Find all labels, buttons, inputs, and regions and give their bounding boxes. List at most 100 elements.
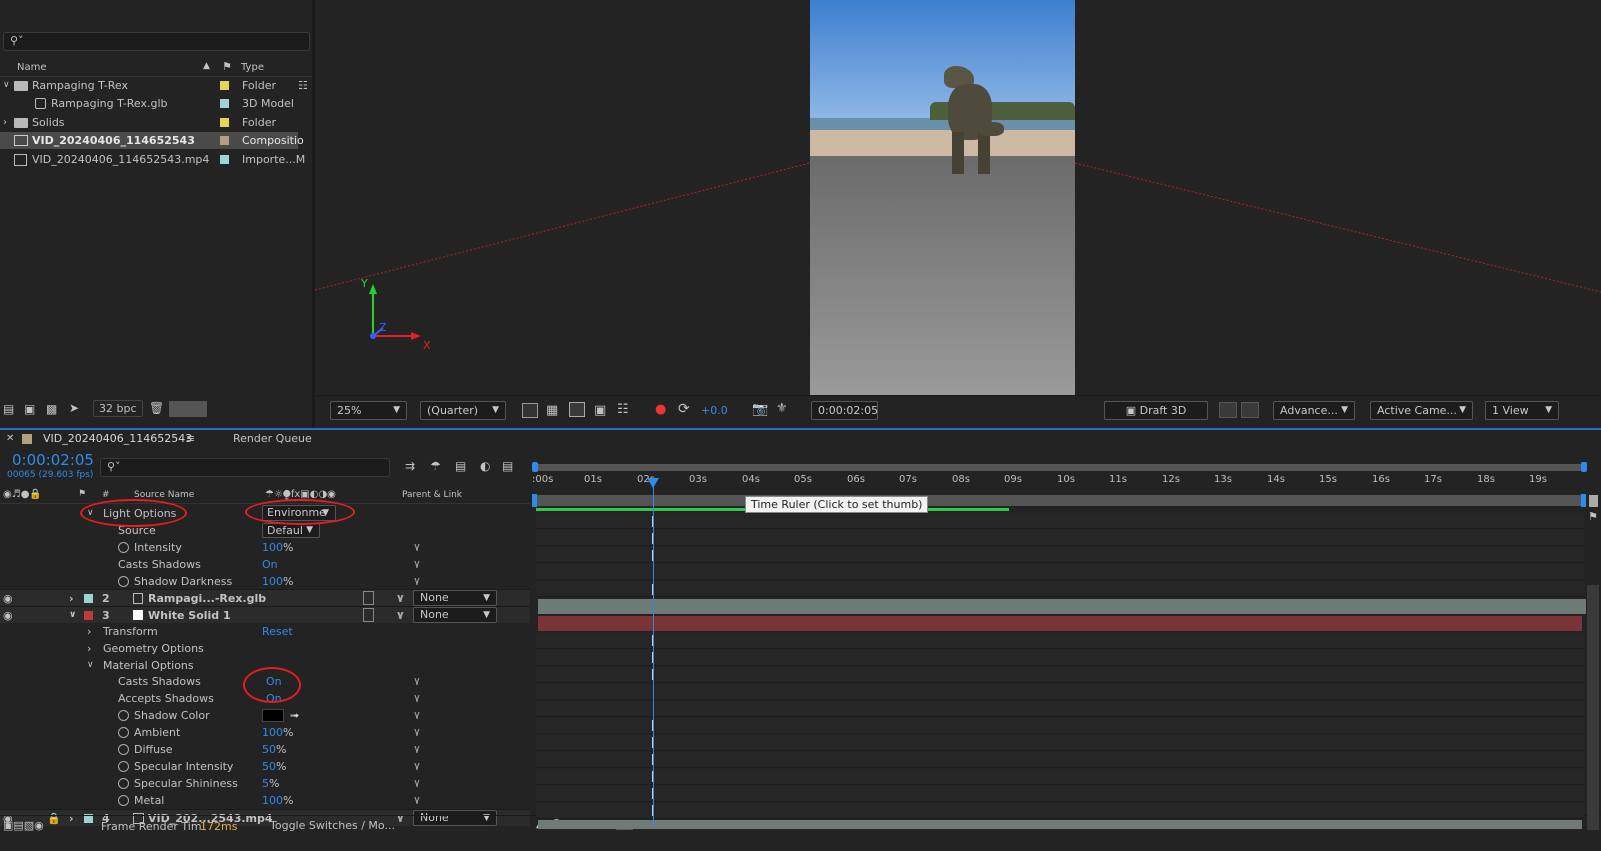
grid-guides-icon[interactable]: ☷ bbox=[617, 402, 629, 417]
property-value[interactable]: 50% bbox=[262, 758, 286, 775]
layer-name[interactable]: Rampagi...-Rex.glb bbox=[148, 590, 266, 607]
motion-blur-icon[interactable]: ◐ bbox=[480, 459, 490, 473]
timeline-search-input[interactable]: ⚲˅ bbox=[100, 458, 390, 477]
graph-editor-icon[interactable]: ▤ bbox=[502, 459, 513, 473]
property-row[interactable]: Metal 100% ٧ bbox=[0, 792, 530, 809]
stopwatch-icon[interactable] bbox=[118, 744, 129, 755]
stopwatch-icon[interactable] bbox=[118, 761, 129, 772]
reset-link[interactable]: Reset bbox=[262, 623, 293, 640]
expression-pickwhip-icon[interactable]: ٧ bbox=[414, 556, 420, 573]
property-row[interactable]: Shadow Color ➟ ٧ bbox=[0, 707, 530, 724]
property-row[interactable]: Shadow Darkness 100% ٧ bbox=[0, 573, 530, 590]
chevron-right-icon[interactable]: › bbox=[87, 640, 91, 657]
zoom-dropdown[interactable]: 25% ▼ bbox=[330, 401, 407, 420]
property-row[interactable]: Specular Shininess 5% ٧ bbox=[0, 775, 530, 792]
mask-visibility-icon[interactable] bbox=[569, 402, 585, 417]
light-source-dropdown[interactable]: Defaul ▼ bbox=[262, 523, 320, 538]
expression-pickwhip-icon[interactable]: ٧ bbox=[414, 539, 420, 556]
light-source-row[interactable]: Source Defaul ▼ bbox=[0, 522, 530, 539]
close-tab-icon[interactable]: ✕ bbox=[6, 433, 14, 444]
renderer-button[interactable]: ▣ Draft 3D bbox=[1104, 401, 1208, 420]
property-value[interactable]: 100% bbox=[262, 539, 293, 556]
time-navigator[interactable] bbox=[536, 495, 1581, 506]
views-dropdown[interactable]: 1 View ▼ bbox=[1485, 401, 1559, 420]
frame-blending-icon[interactable]: ▤ bbox=[455, 459, 466, 473]
hierarchy-icon[interactable]: ☷ bbox=[298, 77, 308, 94]
chevron-right-icon[interactable]: › bbox=[3, 114, 7, 131]
stopwatch-icon[interactable] bbox=[118, 542, 129, 553]
chevron-right-icon[interactable]: › bbox=[69, 590, 74, 607]
stopwatch-icon[interactable] bbox=[118, 795, 129, 806]
expression-pickwhip-icon[interactable]: ٧ bbox=[414, 673, 420, 690]
stopwatch-icon[interactable] bbox=[118, 778, 129, 789]
sort-up-icon[interactable]: ▲ bbox=[203, 61, 210, 71]
property-value[interactable]: On bbox=[262, 556, 278, 573]
property-value[interactable]: 50% bbox=[262, 741, 286, 758]
viewer-timecode[interactable]: 0:00:02:05 bbox=[811, 401, 878, 420]
expression-pickwhip-icon[interactable]: ٧ bbox=[414, 792, 420, 809]
layer-row[interactable]: ◉ › 2 Rampagi...-Rex.glb ٧ None ▼ bbox=[0, 589, 530, 606]
snapshot-icon[interactable]: 📷 bbox=[752, 402, 768, 417]
project-item[interactable]: › Solids Folder bbox=[0, 114, 312, 131]
playhead-handle[interactable] bbox=[647, 478, 659, 488]
stopwatch-icon[interactable] bbox=[118, 727, 129, 738]
layer-row[interactable]: ◉ ∨ 3 White Solid 1 ٧ None ▼ bbox=[0, 606, 530, 623]
comp-flowchart-icon[interactable]: ⇉ bbox=[405, 459, 415, 473]
trash-icon[interactable]: 🗑 bbox=[149, 401, 164, 415]
comp-marker-icon[interactable] bbox=[1589, 495, 1598, 507]
footer-icons[interactable]: ▣▤▧◉ bbox=[3, 819, 44, 832]
composition-viewer[interactable]: Y Z X bbox=[315, 0, 1601, 395]
parent-dropdown[interactable]: None ▼ bbox=[413, 607, 497, 623]
parent-dropdown[interactable]: None ▼ bbox=[413, 590, 497, 606]
stopwatch-icon[interactable] bbox=[118, 710, 129, 721]
expression-pickwhip-icon[interactable]: ٧ bbox=[414, 741, 420, 758]
chevron-down-icon[interactable]: ∨ bbox=[87, 657, 94, 674]
project-item[interactable]: Rampaging T-Rex.glb 3D Model bbox=[0, 95, 312, 112]
parent-pickwhip-icon[interactable]: ٧ bbox=[397, 590, 404, 607]
draft-3d-icon[interactable]: ☂ bbox=[430, 459, 441, 473]
transform-group[interactable]: › Transform Reset bbox=[0, 623, 530, 640]
color-swatch-button[interactable] bbox=[169, 401, 207, 417]
resolution-dropdown[interactable]: (Quarter) ▼ bbox=[420, 401, 506, 420]
timeline-scrollbar[interactable] bbox=[1587, 585, 1599, 830]
chevron-right-icon[interactable]: › bbox=[87, 623, 91, 640]
property-row[interactable]: Intensity 100% ٧ bbox=[0, 539, 530, 556]
type-column-header[interactable]: Type bbox=[241, 62, 264, 73]
expression-pickwhip-icon[interactable]: ٧ bbox=[414, 724, 420, 741]
layer-name[interactable]: White Solid 1 bbox=[148, 607, 231, 624]
current-time[interactable]: 0:00:02:05 bbox=[12, 451, 94, 469]
graph-editor-toggle-icon[interactable]: ⚑ bbox=[1588, 510, 1598, 523]
layer-duration-bar[interactable] bbox=[538, 599, 1586, 614]
navigator-end[interactable] bbox=[1581, 494, 1586, 507]
project-item-selected[interactable]: VID_20240406_114652543 Compositio bbox=[0, 132, 304, 149]
layer-duration-bar[interactable] bbox=[538, 616, 1582, 631]
show-snapshot-icon[interactable]: ⚜ bbox=[776, 401, 788, 416]
new-folder-icon[interactable]: ▣ bbox=[24, 402, 35, 416]
interpret-footage-icon[interactable]: ▤ bbox=[3, 402, 14, 416]
bpc-button[interactable]: 32 bpc bbox=[93, 400, 143, 417]
region-of-interest-icon[interactable]: ▣ bbox=[594, 403, 606, 418]
property-value[interactable]: 5% bbox=[262, 775, 279, 792]
eye-icon[interactable]: ◉ bbox=[3, 590, 13, 607]
fast-preview-icon[interactable] bbox=[522, 403, 538, 418]
parent-pickwhip-icon[interactable]: ٧ bbox=[397, 607, 404, 624]
chevron-down-icon[interactable]: ∨ bbox=[3, 77, 10, 94]
label-tag-icon[interactable]: ⚑ bbox=[222, 60, 232, 73]
exposure-value[interactable]: +0.0 bbox=[701, 404, 728, 417]
eyedropper-icon[interactable]: ➟ bbox=[290, 707, 299, 724]
color-management-icon[interactable]: ⟳ bbox=[678, 401, 690, 417]
stopwatch-icon[interactable] bbox=[118, 576, 129, 587]
property-value[interactable]: 100% bbox=[262, 724, 293, 741]
layer-duration-bar[interactable] bbox=[538, 820, 1582, 829]
eye-icon[interactable]: ◉ bbox=[3, 607, 13, 624]
3d-view-icon[interactable] bbox=[1219, 402, 1237, 418]
playhead-line[interactable] bbox=[653, 482, 654, 828]
time-ruler[interactable]: :00s 01s 02s 03s 04s 05s 06s 07s 08s 09s… bbox=[532, 472, 1592, 492]
expression-pickwhip-icon[interactable]: ٧ bbox=[414, 690, 420, 707]
project-item[interactable]: VID_20240406_114652543.mp4 Importe...M bbox=[0, 151, 312, 168]
navigator-start[interactable] bbox=[532, 494, 537, 507]
expression-pickwhip-icon[interactable]: ٧ bbox=[414, 775, 420, 792]
render-queue-tab[interactable]: Render Queue bbox=[233, 432, 312, 445]
expression-pickwhip-icon[interactable]: ٧ bbox=[414, 707, 420, 724]
project-search-input[interactable]: ⚲˅ bbox=[3, 32, 310, 51]
